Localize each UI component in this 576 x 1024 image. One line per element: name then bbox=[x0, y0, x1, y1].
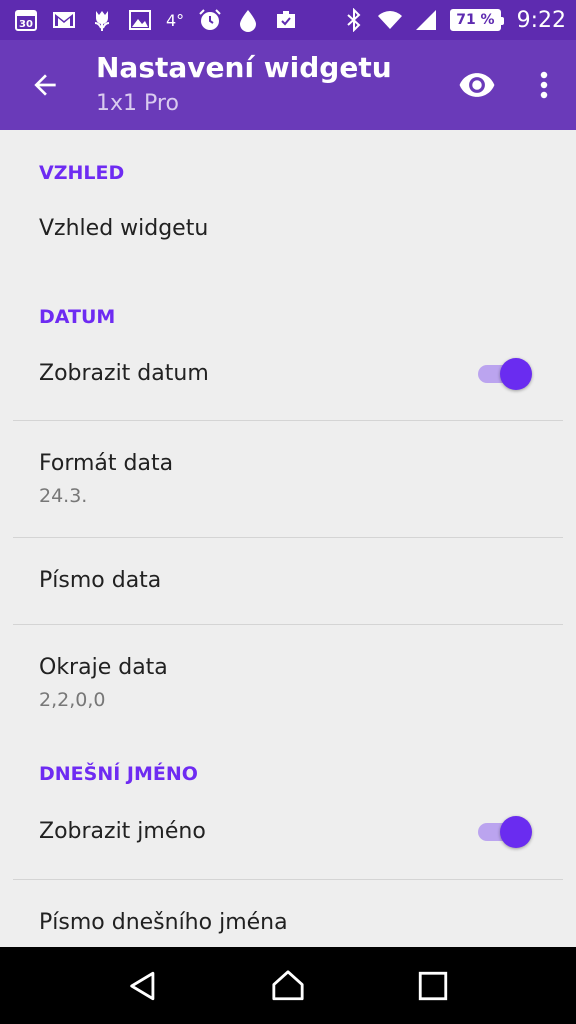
status-bar: 30 4° 71 % 9:22 bbox=[0, 0, 576, 40]
calendar-icon: 30 bbox=[14, 8, 38, 32]
pref-summary: 2,2,0,0 bbox=[39, 689, 106, 711]
pref-date-margins[interactable]: Okraje data 2,2,0,0 bbox=[0, 625, 576, 741]
gmail-icon bbox=[52, 8, 76, 32]
pref-show-name[interactable]: Zobrazit jméno bbox=[0, 785, 576, 879]
pref-title: Zobrazit datum bbox=[39, 361, 209, 386]
wifi-icon bbox=[378, 8, 403, 32]
gallery-icon bbox=[128, 8, 152, 32]
more-vert-icon bbox=[540, 71, 548, 99]
tulip-icon bbox=[90, 8, 114, 32]
nav-home-icon bbox=[272, 969, 304, 1000]
pref-title: Písmo data bbox=[39, 568, 162, 593]
pref-title: Vzhled widgetu bbox=[39, 216, 209, 241]
status-notifications: 30 4° bbox=[14, 8, 342, 32]
calendar-day: 30 bbox=[19, 19, 33, 30]
settings-list[interactable]: VZHLED Vzhled widgetu DATUM Zobrazit dat… bbox=[0, 130, 576, 947]
clock: 9:22 bbox=[516, 7, 566, 33]
status-system: 71 % 9:22 bbox=[342, 8, 566, 33]
eye-icon bbox=[459, 73, 495, 97]
pref-title: Písmo dnešního jména bbox=[39, 910, 288, 935]
nav-back-icon bbox=[129, 971, 154, 1000]
nav-home-button[interactable] bbox=[258, 956, 318, 1016]
back-button[interactable] bbox=[0, 40, 90, 130]
pref-show-date[interactable]: Zobrazit datum bbox=[0, 328, 576, 420]
nav-back-button[interactable] bbox=[113, 956, 173, 1016]
show-name-switch[interactable] bbox=[476, 815, 532, 849]
arrow-back-icon bbox=[34, 74, 56, 96]
preview-button[interactable] bbox=[442, 40, 512, 130]
app-bar: Nastavení widgetu 1x1 Pro bbox=[0, 40, 576, 130]
pref-summary: 24.3. bbox=[39, 485, 88, 507]
show-date-switch[interactable] bbox=[476, 357, 532, 391]
pref-title: Zobrazit jméno bbox=[39, 819, 206, 844]
section-header-date: DATUM bbox=[39, 306, 116, 328]
navigation-bar bbox=[0, 947, 576, 1024]
signal-icon bbox=[414, 8, 438, 32]
pref-date-font[interactable]: Písmo data bbox=[0, 538, 576, 624]
pref-name-font[interactable]: Písmo dnešního jména bbox=[0, 880, 576, 947]
bluetooth-icon bbox=[342, 8, 366, 32]
temperature-text: 4° bbox=[166, 10, 185, 30]
alarm-clock-icon bbox=[198, 8, 222, 32]
nav-recents-button[interactable] bbox=[403, 956, 463, 1016]
pref-date-format[interactable]: Formát data 24.3. bbox=[0, 421, 576, 537]
pref-title: Okraje data bbox=[39, 655, 168, 680]
section-header-todays-name: DNEŠNÍ JMÉNO bbox=[39, 763, 198, 785]
more-options-button[interactable] bbox=[512, 40, 576, 130]
briefcase-check-icon bbox=[274, 8, 298, 32]
app-bar-titles: Nastavení widgetu 1x1 Pro bbox=[90, 51, 442, 119]
battery-indicator: 71 % bbox=[450, 9, 505, 31]
pref-widget-appearance[interactable]: Vzhled widgetu bbox=[0, 184, 576, 274]
page-title: Nastavení widgetu bbox=[96, 51, 392, 84]
pref-title: Formát data bbox=[39, 451, 174, 476]
section-header-appearance: VZHLED bbox=[39, 162, 125, 184]
page-subtitle: 1x1 Pro bbox=[96, 91, 179, 116]
nav-recents-icon bbox=[419, 971, 448, 1000]
drop-icon bbox=[236, 8, 260, 32]
